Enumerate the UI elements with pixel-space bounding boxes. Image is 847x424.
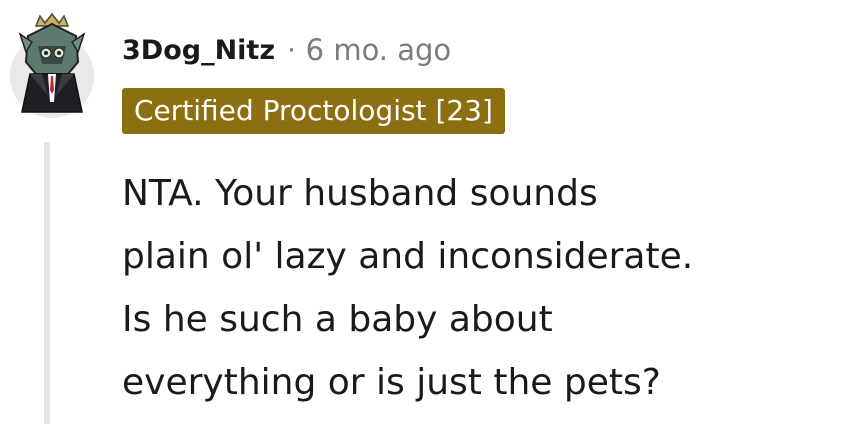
comment-body-line: Is he such a baby about — [122, 299, 553, 340]
comment-meta: 3Dog_Nitz · 6 mo. ago — [122, 28, 451, 72]
user-avatar[interactable] — [8, 12, 96, 120]
username-link[interactable]: 3Dog_Nitz — [122, 35, 275, 66]
thread-line[interactable] — [44, 142, 50, 424]
comment-body: NTA. Your husband sounds plain ol' lazy … — [122, 162, 822, 414]
comment-body-line: NTA. Your husband sounds — [122, 173, 598, 214]
avatar-icon — [10, 12, 94, 118]
meta-separator: · — [287, 34, 296, 66]
timestamp[interactable]: 6 mo. ago — [306, 33, 452, 67]
user-flair: Certified Proctologist [23] — [122, 88, 505, 134]
comment: 3Dog_Nitz · 6 mo. ago Certified Proctolo… — [0, 0, 847, 424]
comment-body-line: everything or is just the pets? — [122, 362, 661, 403]
comment-body-line: plain ol' lazy and inconsiderate. — [122, 236, 694, 277]
